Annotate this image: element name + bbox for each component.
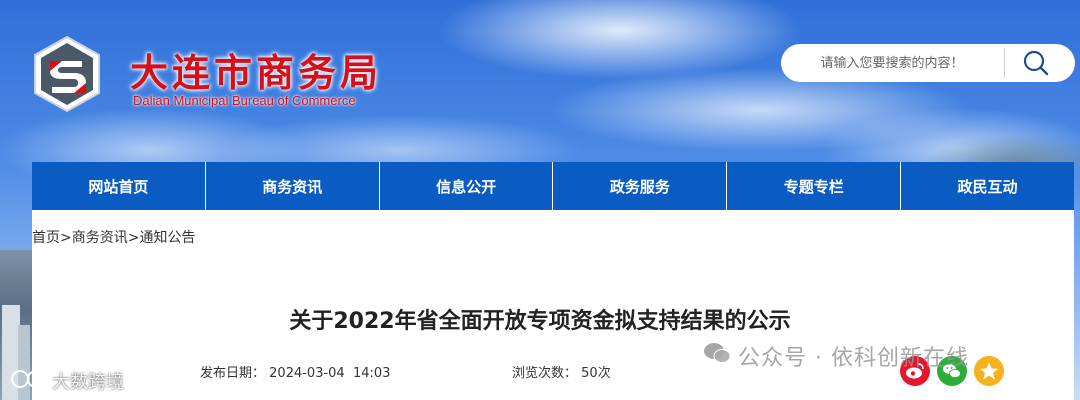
publish-date: 发布日期： 2024-03-04 14:03 (200, 362, 390, 381)
breadcrumb-current-link[interactable]: 通知公告 (139, 230, 195, 246)
search-input[interactable] (781, 44, 1003, 82)
nav-item-public-interaction[interactable]: 政民互动 (901, 162, 1074, 210)
breadcrumb-section-link[interactable]: 商务资讯 (72, 230, 128, 246)
view-count-value: 50次 (581, 366, 611, 381)
search-divider (1004, 48, 1005, 78)
banner-scenery (900, 95, 1080, 165)
nav-item-home[interactable]: 网站首页 (32, 162, 206, 210)
nav-item-business-news[interactable]: 商务资讯 (206, 162, 380, 210)
breadcrumb: 首页>商务资讯>通知公告 (32, 227, 195, 247)
wechat-official-account-icon (704, 343, 731, 363)
share-qzone-button[interactable] (974, 356, 1004, 386)
view-count-label: 浏览次数： (512, 366, 578, 381)
nav-item-special-topics[interactable]: 专题专栏 (727, 162, 902, 210)
qzone-star-icon (980, 362, 998, 380)
breadcrumb-separator: > (127, 230, 140, 246)
nav-item-gov-services[interactable]: 政务服务 (553, 162, 728, 210)
nav-item-info-disclosure[interactable]: 信息公开 (380, 162, 554, 210)
watermark-brand: 大数跨境 (52, 372, 124, 393)
publish-date-label: 发布日期： (200, 366, 266, 381)
main-nav: 网站首页 商务资讯 信息公开 政务服务 专题专栏 政民互动 (32, 162, 1074, 210)
site-subtitle: Dalian Municipal Bureau of Commerce (133, 93, 356, 108)
breadcrumb-home-link[interactable]: 首页 (32, 230, 60, 246)
search-button[interactable] (1010, 46, 1062, 80)
view-count: 浏览次数： 50次 (512, 362, 611, 381)
breadcrumb-separator: > (60, 230, 72, 246)
site-title[interactable]: 大连市商务局 (130, 42, 382, 97)
search-icon (1023, 50, 1049, 76)
watermark-official-account: 公众号 · 依科创新在线 (738, 346, 969, 371)
watermark-brand-icon (11, 370, 45, 388)
bureau-logo-icon[interactable] (32, 35, 102, 113)
publish-date-value: 2024-03-04 14:03 (269, 366, 391, 381)
article-title: 关于2022年省全面开放专项资金拟支持结果的公示 (289, 309, 791, 334)
